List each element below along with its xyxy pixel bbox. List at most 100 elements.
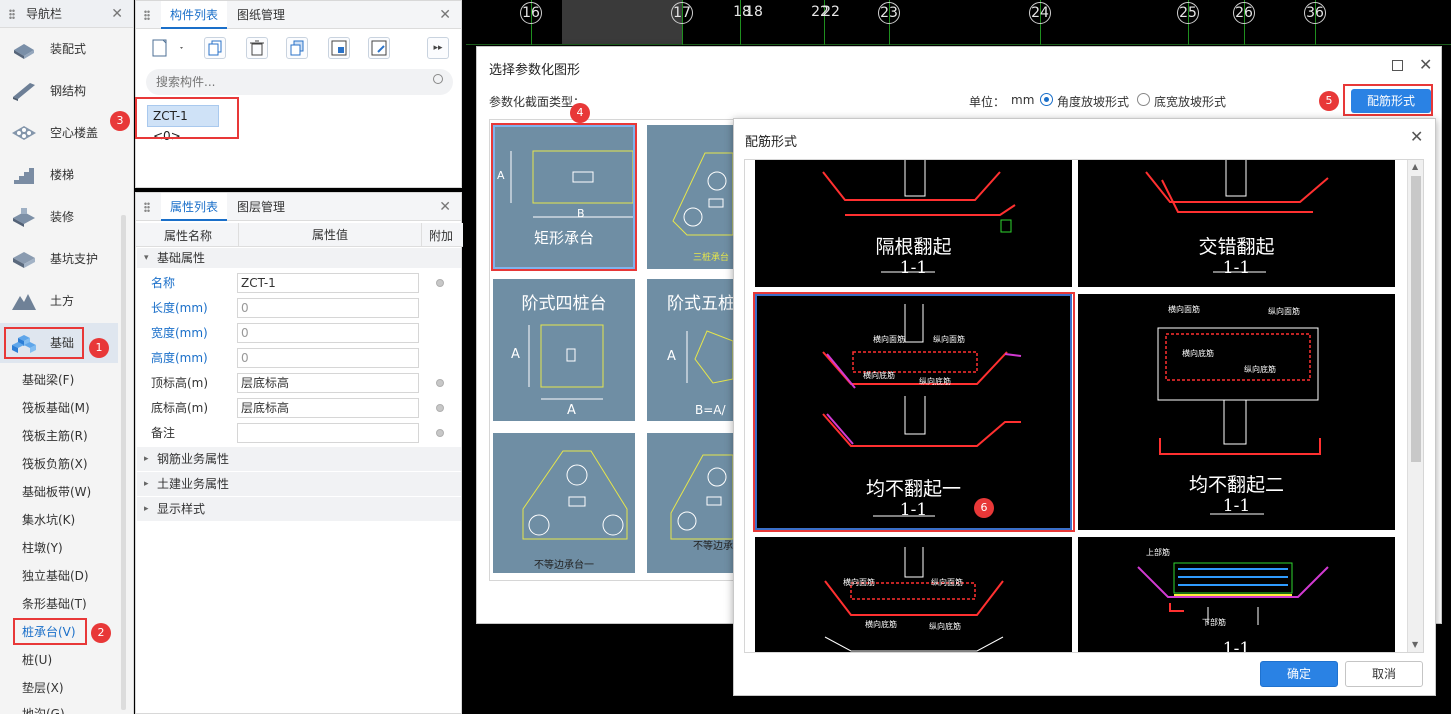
nav-subitem[interactable]: 基础板带(W): [22, 484, 91, 500]
shape-thumb-unequal-cap-1[interactable]: 不等边承台一: [493, 433, 635, 573]
nav-subitem[interactable]: 桩(U): [22, 652, 52, 668]
prop-name: 长度(mm): [151, 301, 208, 315]
prop-value-height[interactable]: 0: [237, 348, 419, 368]
nav-scrollbar[interactable]: [121, 215, 126, 710]
nav-item-steel[interactable]: 钢结构: [0, 71, 118, 111]
more-button[interactable]: ▸▸: [427, 37, 449, 59]
nav-title: 导航栏: [26, 7, 63, 21]
grip-icon[interactable]: [9, 9, 15, 20]
cancel-button[interactable]: 取消: [1345, 661, 1423, 687]
nav-item-hollow-slab[interactable]: 空心楼盖: [0, 113, 118, 153]
rebar-option-5[interactable]: 横向面筋 纵向面筋 横向底筋 纵向底筋: [755, 537, 1072, 652]
group-civil[interactable]: ▸ 土建业务属性: [137, 472, 461, 496]
rebar-option-6[interactable]: 上部筋 下部筋 1-1: [1078, 537, 1395, 653]
nav-subitem[interactable]: 地沟(G): [22, 706, 65, 714]
search-box[interactable]: [146, 69, 453, 95]
close-icon[interactable]: ✕: [1419, 55, 1432, 74]
property-header-row: 属性名称 属性值 附加: [136, 223, 463, 247]
tab-drawing-manage[interactable]: 图纸管理: [237, 1, 297, 29]
nav-subitem[interactable]: 筏板主筋(R): [22, 428, 88, 444]
section-label: 1-1: [1222, 639, 1251, 653]
nav-subitem[interactable]: 条形基础(T): [22, 596, 87, 612]
nav-item-decoration[interactable]: 装修: [0, 197, 118, 237]
nav-item-prefab[interactable]: 装配式: [0, 29, 118, 69]
col-extra-header: 附加: [429, 229, 454, 243]
group-label: 土建业务属性: [157, 477, 230, 491]
tab-component-list[interactable]: 构件列表: [161, 1, 227, 29]
search-input[interactable]: [156, 73, 426, 91]
prop-value-bottom-elev[interactable]: 层底标高: [237, 398, 419, 418]
prop-value-remark[interactable]: [237, 423, 419, 443]
group-basic[interactable]: ▾ 基础属性: [137, 248, 461, 268]
section-label: 1-1: [1222, 258, 1251, 278]
radio-width-label[interactable]: 底宽放坡形式: [1154, 93, 1226, 110]
attach-dot[interactable]: [436, 279, 444, 287]
nav-item-pit-support[interactable]: 基坑支护: [0, 239, 118, 279]
highlight-box: [4, 327, 84, 359]
scroll-down-icon[interactable]: ▼: [1412, 640, 1418, 649]
nav-subitem[interactable]: 垫层(X): [22, 680, 64, 696]
attach-dot[interactable]: [436, 429, 444, 437]
prop-value-length[interactable]: 0: [237, 298, 419, 318]
rebar-option-staggered-bend[interactable]: 交错翻起 1-1: [1078, 160, 1395, 287]
close-icon[interactable]: ✕: [439, 199, 451, 215]
tab-layer-manage[interactable]: 图层管理: [237, 193, 297, 221]
nav-item-label: 装配式: [50, 42, 87, 56]
shape-thumb-three-pile[interactable]: 三桩承台: [647, 125, 733, 269]
copy-button[interactable]: [204, 37, 226, 59]
maximize-icon[interactable]: [1392, 60, 1403, 71]
nav-subitem[interactable]: 基础梁(F): [22, 372, 74, 388]
nav-item-earthwork[interactable]: 土方: [0, 281, 118, 321]
vertical-scrollbar[interactable]: ▲ ▼: [1407, 160, 1423, 652]
prop-value-name[interactable]: ZCT-1: [237, 273, 419, 293]
close-icon[interactable]: ✕: [1410, 127, 1423, 146]
delete-button[interactable]: [246, 37, 268, 59]
nav-header: 导航栏 ✕: [0, 0, 133, 28]
group-display[interactable]: ▸ 显示样式: [137, 497, 461, 521]
group-rebar[interactable]: ▸ 钢筋业务属性: [137, 447, 461, 471]
attach-dot[interactable]: [436, 404, 444, 412]
nav-subitem[interactable]: 筏板基础(M): [22, 400, 90, 416]
radio-angle[interactable]: [1040, 93, 1053, 106]
scroll-up-icon[interactable]: ▲: [1412, 162, 1418, 171]
tab-property-list[interactable]: 属性列表: [161, 193, 227, 221]
radio-dot: [1044, 97, 1049, 102]
axis-number: 22: [822, 4, 840, 20]
rebar-option-alternate-bend[interactable]: 隔根翻起 1-1: [755, 160, 1072, 287]
nav-item-stairs[interactable]: 楼梯: [0, 155, 118, 195]
rebar-option-no-bend-2[interactable]: 横向面筋 纵向面筋 横向底筋 纵向底筋 均不翻起二 1-1: [1078, 294, 1395, 530]
grip-icon[interactable]: [144, 202, 150, 213]
ok-button[interactable]: 确定: [1260, 661, 1338, 687]
axis-ruler: [466, 0, 1451, 45]
nav-subitem[interactable]: 筏板负筋(X): [22, 456, 88, 472]
attach-dot[interactable]: [436, 379, 444, 387]
step-badge: 5: [1319, 91, 1339, 111]
decoration-icon: [13, 208, 35, 227]
new-file-icon: [152, 39, 183, 57]
nav-subitem[interactable]: 集水坑(K): [22, 512, 75, 528]
hollow-slab-icon: [12, 126, 36, 140]
shape-thumb-unequal-cap[interactable]: 不等边承台: [647, 433, 733, 573]
shape-thumb-step-four-pile[interactable]: 阶式四桩台 A A: [493, 279, 635, 421]
grip-icon[interactable]: [144, 10, 150, 21]
nav-subitem[interactable]: 柱墩(Y): [22, 540, 63, 556]
highlight-box: [753, 292, 1075, 532]
earthwork-icon: [12, 294, 36, 310]
prop-value-top-elev[interactable]: 层底标高: [237, 373, 419, 393]
close-icon[interactable]: ✕: [439, 7, 451, 23]
scroll-thumb[interactable]: [1411, 176, 1421, 462]
step-badge: 1: [89, 338, 109, 358]
radio-width[interactable]: [1137, 93, 1150, 106]
three-pile-drawing: [672, 152, 733, 236]
nav-subitem[interactable]: 独立基础(D): [22, 568, 89, 584]
radio-angle-label[interactable]: 角度放坡形式: [1057, 93, 1129, 110]
export-button[interactable]: [368, 37, 390, 59]
steel-beam-icon: [13, 83, 35, 101]
import-button[interactable]: [328, 37, 350, 59]
cad-label: 横向底筋: [865, 620, 897, 629]
close-icon[interactable]: ✕: [111, 0, 123, 28]
shape-thumb-step-five-pile[interactable]: 阶式五桩台 A B=A/: [647, 279, 733, 421]
copy-to-floor-button[interactable]: [286, 37, 308, 59]
new-component-button[interactable]: [150, 37, 186, 59]
prop-value-width[interactable]: 0: [237, 323, 419, 343]
